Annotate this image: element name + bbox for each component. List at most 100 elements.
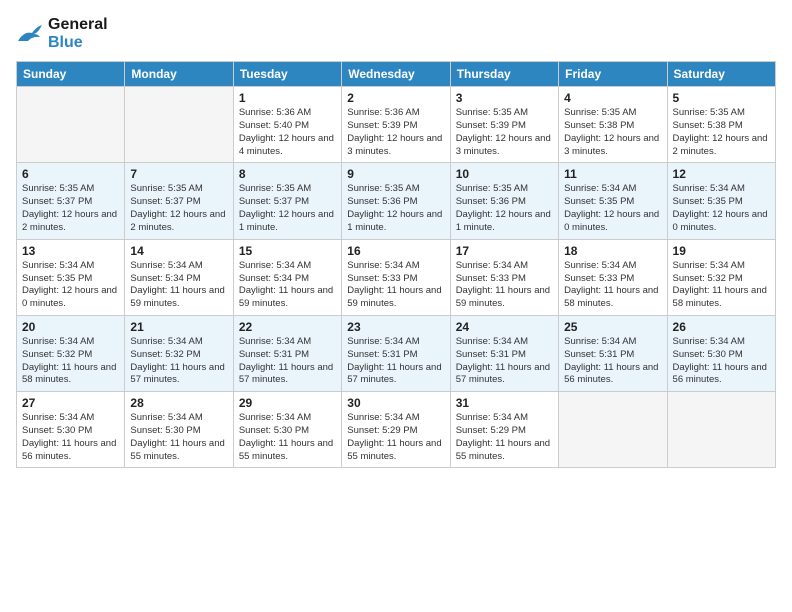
day-info: Sunrise: 5:34 AM Sunset: 5:29 PM Dayligh… [456, 412, 553, 463]
day-number: 5 [673, 91, 770, 105]
calendar-cell: 15 Sunrise: 5:34 AM Sunset: 5:34 PM Dayli… [233, 239, 341, 315]
col-header-wednesday: Wednesday [342, 62, 450, 87]
day-info: Sunrise: 5:34 AM Sunset: 5:31 PM Dayligh… [564, 336, 661, 387]
col-header-sunday: Sunday [17, 62, 125, 87]
day-info: Sunrise: 5:34 AM Sunset: 5:30 PM Dayligh… [239, 412, 336, 463]
calendar-cell: 12 Sunrise: 5:34 AM Sunset: 5:35 PM Dayli… [667, 163, 775, 239]
day-info: Sunrise: 5:34 AM Sunset: 5:33 PM Dayligh… [564, 260, 661, 311]
calendar-cell: 30 Sunrise: 5:34 AM Sunset: 5:29 PM Dayli… [342, 392, 450, 468]
calendar-cell: 27 Sunrise: 5:34 AM Sunset: 5:30 PM Dayli… [17, 392, 125, 468]
day-info: Sunrise: 5:35 AM Sunset: 5:38 PM Dayligh… [673, 107, 770, 158]
day-number: 18 [564, 244, 661, 258]
day-info: Sunrise: 5:34 AM Sunset: 5:29 PM Dayligh… [347, 412, 444, 463]
calendar-cell: 13Sunrise: 5:34 AM Sunset: 5:35 PM Dayli… [17, 239, 125, 315]
calendar-cell: 7Sunrise: 5:35 AM Sunset: 5:37 PM Daylig… [125, 163, 233, 239]
calendar-cell: 2 Sunrise: 5:36 AM Sunset: 5:39 PM Daylig… [342, 87, 450, 163]
calendar-cell: 24 Sunrise: 5:34 AM Sunset: 5:31 PM Dayli… [450, 315, 558, 391]
day-info: Sunrise: 5:34 AM Sunset: 5:34 PM Dayligh… [130, 260, 227, 311]
day-info: Sunrise: 5:34 AM Sunset: 5:32 PM Dayligh… [673, 260, 770, 311]
page-header: General Blue [16, 16, 776, 51]
day-number: 4 [564, 91, 661, 105]
day-number: 29 [239, 396, 336, 410]
calendar-cell: 20 Sunrise: 5:34 AM Sunset: 5:32 PM Dayli… [17, 315, 125, 391]
day-number: 30 [347, 396, 444, 410]
day-number: 17 [456, 244, 553, 258]
day-number: 7 [130, 167, 227, 181]
calendar-cell [559, 392, 667, 468]
day-info: Sunrise: 5:35 AM Sunset: 5:37 PM Dayligh… [22, 183, 119, 234]
day-info: Sunrise: 5:35 AM Sunset: 5:37 PM Dayligh… [239, 183, 336, 234]
calendar-cell: 11 Sunrise: 5:34 AM Sunset: 5:35 PM Dayli… [559, 163, 667, 239]
logo-text: General Blue [48, 16, 108, 51]
logo-bird-icon [16, 23, 44, 45]
day-number: 1 [239, 91, 336, 105]
day-info: Sunrise: 5:34 AM Sunset: 5:30 PM Dayligh… [22, 412, 119, 463]
day-number: 3 [456, 91, 553, 105]
col-header-monday: Monday [125, 62, 233, 87]
calendar-week-row: 6 Sunrise: 5:35 AM Sunset: 5:37 PM Daylig… [17, 163, 776, 239]
calendar-cell: 4 Sunrise: 5:35 AM Sunset: 5:38 PM Daylig… [559, 87, 667, 163]
day-number: 26 [673, 320, 770, 334]
day-number: 13 [22, 244, 119, 258]
calendar-week-row: 1 Sunrise: 5:36 AM Sunset: 5:40 PM Daylig… [17, 87, 776, 163]
calendar-cell: 29 Sunrise: 5:34 AM Sunset: 5:30 PM Dayli… [233, 392, 341, 468]
col-header-friday: Friday [559, 62, 667, 87]
day-number: 8 [239, 167, 336, 181]
day-info: Sunrise: 5:35 AM Sunset: 5:39 PM Dayligh… [456, 107, 553, 158]
calendar-cell: 5 Sunrise: 5:35 AM Sunset: 5:38 PM Daylig… [667, 87, 775, 163]
day-number: 2 [347, 91, 444, 105]
day-number: 21 [130, 320, 227, 334]
day-info: Sunrise: 5:34 AM Sunset: 5:35 PM Dayligh… [673, 183, 770, 234]
day-number: 6 [22, 167, 119, 181]
calendar-cell: 23 Sunrise: 5:34 AM Sunset: 5:31 PM Dayli… [342, 315, 450, 391]
calendar-cell: 18 Sunrise: 5:34 AM Sunset: 5:33 PM Dayli… [559, 239, 667, 315]
day-info: Sunrise: 5:34 AM Sunset: 5:33 PM Dayligh… [347, 260, 444, 311]
day-info: Sunrise: 5:34 AM Sunset: 5:32 PM Dayligh… [22, 336, 119, 387]
day-number: 10 [456, 167, 553, 181]
day-number: 14 [130, 244, 227, 258]
calendar-cell: 10 Sunrise: 5:35 AM Sunset: 5:36 PM Dayli… [450, 163, 558, 239]
day-number: 12 [673, 167, 770, 181]
day-info: Sunrise: 5:36 AM Sunset: 5:40 PM Dayligh… [239, 107, 336, 158]
calendar-cell: 3 Sunrise: 5:35 AM Sunset: 5:39 PM Daylig… [450, 87, 558, 163]
calendar-cell: 19 Sunrise: 5:34 AM Sunset: 5:32 PM Dayli… [667, 239, 775, 315]
day-info: Sunrise: 5:35 AM Sunset: 5:36 PM Dayligh… [456, 183, 553, 234]
day-number: 24 [456, 320, 553, 334]
day-number: 9 [347, 167, 444, 181]
calendar-cell: 1 Sunrise: 5:36 AM Sunset: 5:40 PM Daylig… [233, 87, 341, 163]
calendar-cell [17, 87, 125, 163]
calendar-cell: 22Sunrise: 5:34 AM Sunset: 5:31 PM Dayli… [233, 315, 341, 391]
calendar-week-row: 20 Sunrise: 5:34 AM Sunset: 5:32 PM Dayli… [17, 315, 776, 391]
day-number: 20 [22, 320, 119, 334]
col-header-tuesday: Tuesday [233, 62, 341, 87]
calendar-cell: 14 Sunrise: 5:34 AM Sunset: 5:34 PM Dayli… [125, 239, 233, 315]
day-info: Sunrise: 5:34 AM Sunset: 5:34 PM Dayligh… [239, 260, 336, 311]
calendar-cell: 28 Sunrise: 5:34 AM Sunset: 5:30 PM Dayli… [125, 392, 233, 468]
day-number: 16 [347, 244, 444, 258]
day-number: 27 [22, 396, 119, 410]
day-info: Sunrise: 5:34 AM Sunset: 5:35 PM Dayligh… [564, 183, 661, 234]
day-info: Sunrise: 5:34 AM Sunset: 5:32 PM Dayligh… [130, 336, 227, 387]
calendar-cell: 25 Sunrise: 5:34 AM Sunset: 5:31 PM Dayli… [559, 315, 667, 391]
calendar-cell: 17 Sunrise: 5:34 AM Sunset: 5:33 PM Dayli… [450, 239, 558, 315]
day-number: 11 [564, 167, 661, 181]
day-info: Sunrise: 5:35 AM Sunset: 5:38 PM Dayligh… [564, 107, 661, 158]
day-number: 23 [347, 320, 444, 334]
day-number: 19 [673, 244, 770, 258]
day-info: Sunrise: 5:34 AM Sunset: 5:33 PM Dayligh… [456, 260, 553, 311]
day-info: Sunrise: 5:34 AM Sunset: 5:31 PM Dayligh… [456, 336, 553, 387]
day-number: 28 [130, 396, 227, 410]
calendar-cell: 21 Sunrise: 5:34 AM Sunset: 5:32 PM Dayli… [125, 315, 233, 391]
calendar-header-row: SundayMondayTuesdayWednesdayThursdayFrid… [17, 62, 776, 87]
day-number: 15 [239, 244, 336, 258]
calendar-week-row: 13Sunrise: 5:34 AM Sunset: 5:35 PM Dayli… [17, 239, 776, 315]
calendar-cell [667, 392, 775, 468]
day-info: Sunrise: 5:34 AM Sunset: 5:30 PM Dayligh… [130, 412, 227, 463]
calendar-week-row: 27 Sunrise: 5:34 AM Sunset: 5:30 PM Dayli… [17, 392, 776, 468]
calendar-table: SundayMondayTuesdayWednesdayThursdayFrid… [16, 61, 776, 468]
day-number: 31 [456, 396, 553, 410]
day-info: Sunrise: 5:35 AM Sunset: 5:36 PM Dayligh… [347, 183, 444, 234]
day-info: Sunrise: 5:36 AM Sunset: 5:39 PM Dayligh… [347, 107, 444, 158]
day-number: 25 [564, 320, 661, 334]
day-info: Sunrise: 5:34 AM Sunset: 5:31 PM Dayligh… [347, 336, 444, 387]
